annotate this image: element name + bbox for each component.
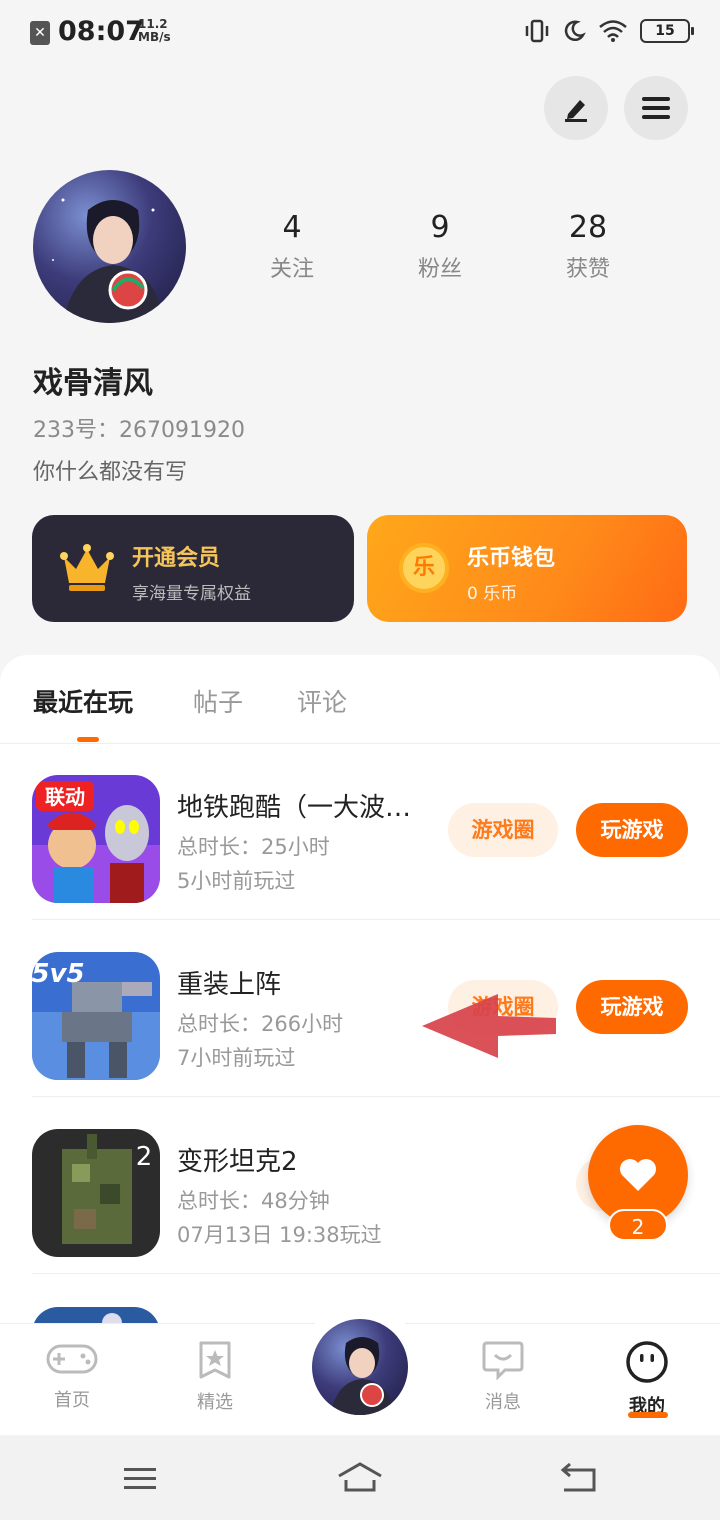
home-icon[interactable]: [336, 1460, 384, 1494]
stat-likes[interactable]: 28 获赞: [528, 210, 648, 283]
star-bookmark-icon: [199, 1341, 231, 1379]
nav-mine[interactable]: 我的: [602, 1340, 692, 1418]
game-icon-tank: 2: [32, 1129, 160, 1257]
nav-messages[interactable]: 消息: [458, 1340, 548, 1414]
hamburger-icon: [642, 97, 670, 119]
stat-number: 28: [568, 210, 608, 245]
vip-title: 开通会员: [132, 546, 221, 571]
nav-label: 消息: [485, 1392, 521, 1413]
tab-indicator: [77, 737, 99, 742]
speed-unit: MB/s: [138, 30, 171, 44]
stat-number: 4: [282, 210, 302, 245]
moon-icon: [564, 20, 586, 42]
pencil-icon: [565, 100, 587, 122]
status-icons: 15: [524, 18, 694, 44]
wifi-icon: [599, 20, 627, 42]
stat-label: 关注: [269, 257, 314, 282]
system-nav-bar: [0, 1436, 720, 1520]
avatar-illustration: [52, 198, 163, 323]
smiley-face-icon: [626, 1341, 668, 1383]
tab-posts[interactable]: 帖子: [193, 683, 243, 719]
game-last-played: 7小时前玩过: [177, 1046, 296, 1070]
crown-icon: [60, 544, 114, 591]
nav-label: 首页: [54, 1390, 90, 1411]
game-duration: 总时长：48分钟: [177, 1189, 330, 1213]
content-panel: 最近在玩 帖子 评论 联动 地铁跑酷（一大波… 总时长：25小时 5小时前玩过 …: [0, 655, 720, 1355]
vip-subtitle: 享海量专属权益: [132, 584, 251, 604]
battery-indicator: 15: [640, 19, 694, 43]
game-last-played: 5小时前玩过: [177, 869, 296, 893]
recent-apps-icon[interactable]: [122, 1466, 158, 1492]
game-row-subway[interactable]: 联动 地铁跑酷（一大波… 总时长：25小时 5小时前玩过 游戏圈 玩游戏: [0, 743, 720, 920]
armor-badge-text: 5v5: [32, 959, 85, 989]
profile-name: 戏骨清风: [33, 366, 153, 401]
stat-label: 获赞: [565, 257, 610, 282]
status-bar: ✕ 08:07 11.2 MB/s 15: [0, 0, 720, 64]
game-duration: 总时长：266小时: [177, 1012, 344, 1036]
game-name: 变形坦克2: [177, 1147, 298, 1177]
game-icon-armor: 5v5: [32, 952, 160, 1080]
profile-avatar[interactable]: [33, 170, 186, 323]
red-arrow-annotation: [422, 994, 556, 1058]
game-circle-button[interactable]: 游戏圈: [448, 803, 558, 857]
game-name: 重装上阵: [177, 970, 282, 1000]
divider: [32, 1273, 720, 1274]
no-sim-icon: ✕: [30, 21, 50, 45]
coin-icon: 乐: [399, 543, 449, 593]
edit-profile-button[interactable]: [544, 76, 608, 140]
tab-comments[interactable]: 评论: [297, 683, 347, 719]
back-icon[interactable]: [560, 1462, 600, 1494]
gamepad-icon: [46, 1344, 98, 1374]
stat-number: 9: [430, 210, 450, 245]
profile-bio: 你什么都没有写: [33, 460, 188, 485]
nav-center-avatar-button[interactable]: [302, 1302, 418, 1418]
play-game-button[interactable]: 玩游戏: [576, 803, 688, 857]
stat-label: 粉丝: [417, 257, 462, 282]
like-count-badge: 2: [608, 1209, 668, 1241]
wallet-balance: 0 乐币: [467, 584, 518, 604]
nav-featured[interactable]: 精选: [170, 1340, 260, 1414]
wallet-card[interactable]: 乐 乐币钱包 0 乐币: [367, 515, 687, 622]
vibrate-icon: [525, 19, 549, 43]
network-speed: 11.2 MB/s: [138, 18, 171, 44]
game-icon-subway: 联动: [32, 775, 160, 903]
nav-home[interactable]: 首页: [27, 1340, 117, 1412]
profile-uid: 233号：267091920: [33, 418, 245, 443]
status-time: 08:07: [58, 16, 144, 47]
menu-button[interactable]: [624, 76, 688, 140]
nav-active-indicator: [628, 1412, 668, 1418]
stat-followers[interactable]: 9 粉丝: [380, 210, 500, 283]
nav-label: 精选: [197, 1392, 233, 1413]
chat-bubble-icon: [482, 1341, 524, 1381]
bottom-nav: 首页 精选 消息 我的: [0, 1302, 720, 1435]
game-last-played: 07月13日 19:38玩过: [177, 1223, 382, 1247]
tank-badge-text: 2: [136, 1142, 153, 1172]
game-duration: 总时长：25小时: [177, 835, 330, 859]
avatar: [312, 1319, 408, 1415]
game-row-armor[interactable]: 5v5 重装上阵 总时长：266小时 7小时前玩过 游戏圈 玩游戏: [0, 920, 720, 1097]
play-game-button[interactable]: 玩游戏: [576, 980, 688, 1034]
wallet-title: 乐币钱包: [467, 546, 556, 571]
vip-card[interactable]: 开通会员 享海量专属权益: [32, 515, 354, 622]
subway-badge-text: 联动: [45, 785, 85, 809]
stat-following[interactable]: 4 关注: [232, 210, 352, 283]
game-name: 地铁跑酷（一大波…: [177, 793, 412, 823]
tab-recent-games[interactable]: 最近在玩: [33, 683, 133, 719]
heart-icon: [620, 1159, 656, 1191]
